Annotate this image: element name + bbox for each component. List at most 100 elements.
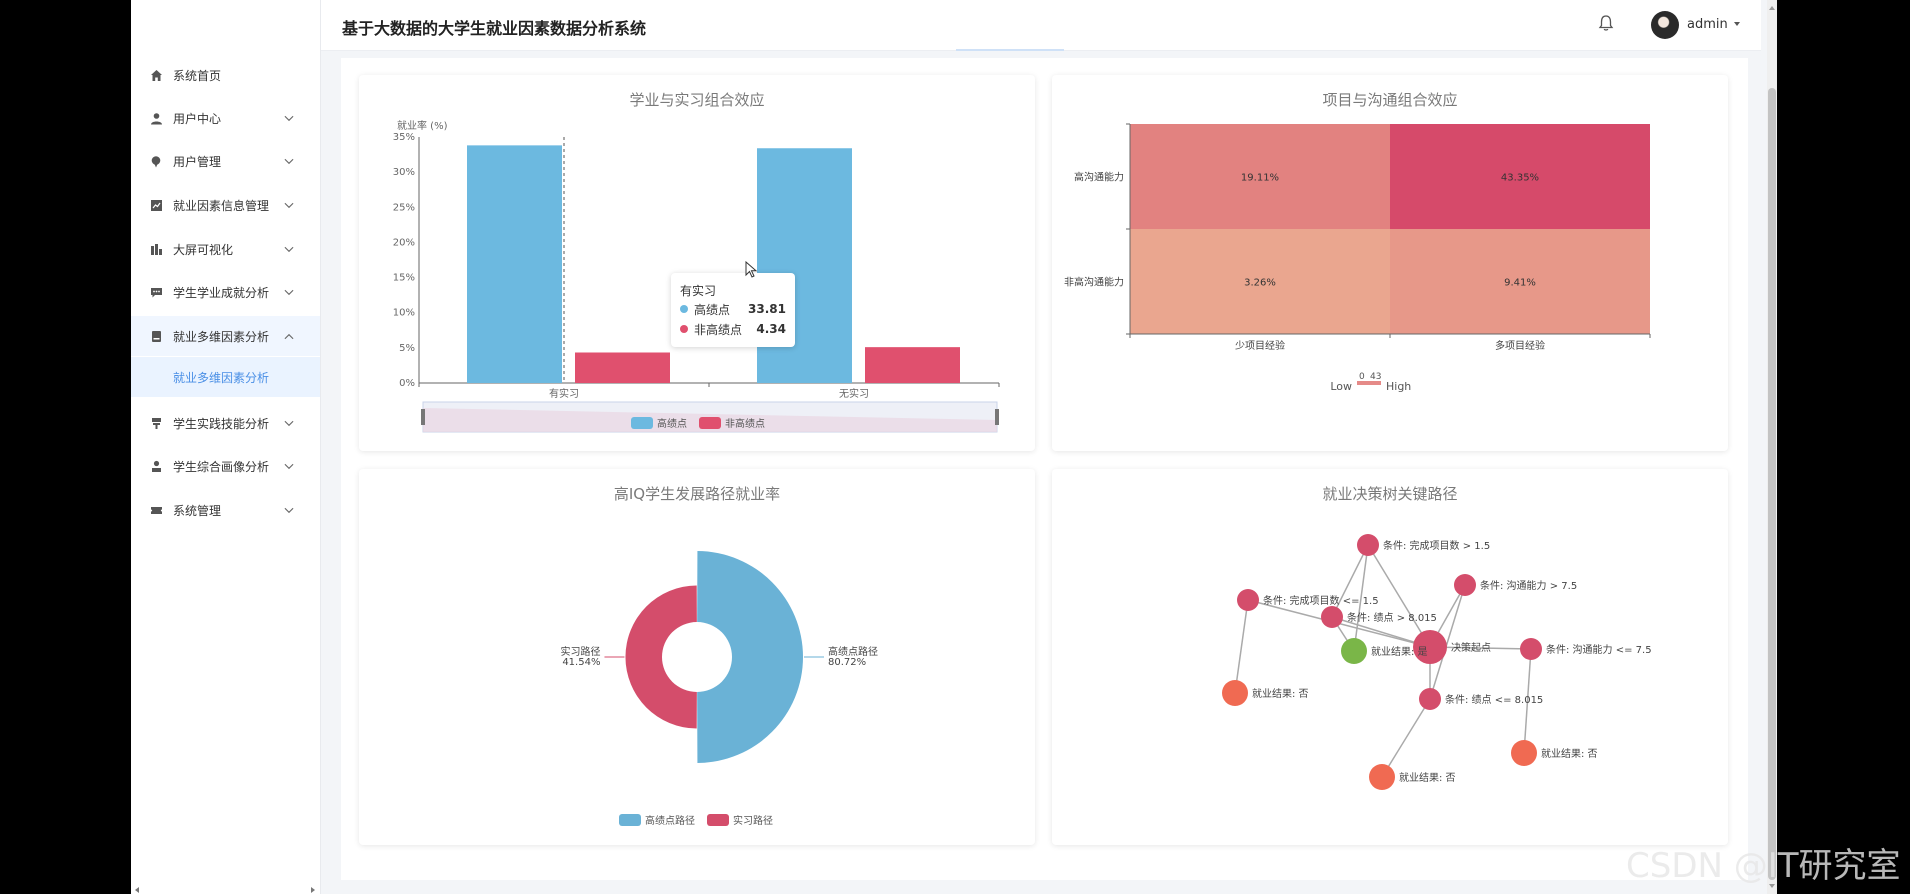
message-icon xyxy=(149,285,163,299)
y-tick-label: 10% xyxy=(393,308,415,319)
sidebar-item-label: 学生综合画像分析 xyxy=(173,459,270,474)
tree-link xyxy=(1234,599,1249,694)
sidebar-item-student-profile[interactable]: 学生综合画像分析 xyxy=(131,446,320,486)
sidebar-item-employment-factor-info[interactable]: 就业因素信息管理 xyxy=(131,185,320,225)
sidebar-item-multidimensional-analysis[interactable]: 就业多维因素分析 xyxy=(131,316,320,356)
bell-icon[interactable] xyxy=(1597,14,1615,32)
tooltip-row-value: 4.34 xyxy=(756,322,786,336)
tooltip-row-name: 非高绩点 xyxy=(694,322,743,337)
app-title: 基于大数据的大学生就业因素数据分析系统 xyxy=(342,19,647,38)
heatmap-chart: 19.11% 43.35% 高沟通能力 3.26% 9.41% 非高沟通能力少项目经验 多项… xyxy=(1064,123,1651,393)
chevron-down-icon xyxy=(284,158,294,165)
user-name[interactable]: admin xyxy=(1687,17,1728,32)
pie-label-value: 41.54% xyxy=(562,657,600,668)
chevron-down-icon xyxy=(284,246,294,253)
tree-node xyxy=(1357,534,1379,556)
tree-link xyxy=(1381,698,1431,778)
tree-node-label: 就业结果: 否 xyxy=(1541,747,1598,760)
pie-chart: 高绩点路径80.72%实习路径41.54%高绩点路径 实习路径 xyxy=(560,551,878,827)
chevron-down-icon xyxy=(284,289,294,296)
chevron-down-icon xyxy=(284,420,294,427)
legend-swatch xyxy=(707,814,729,826)
legend-dot xyxy=(680,325,688,333)
tree-node-label: 条件: 沟通能力 > 7.5 xyxy=(1480,579,1577,592)
bar-高绩点 xyxy=(467,145,562,383)
heatmap-cell-label: 9.41% xyxy=(1504,278,1536,289)
datazoom-handle-left xyxy=(421,409,425,425)
avatar[interactable] xyxy=(1651,11,1679,39)
scroll-left-icon[interactable] xyxy=(133,886,141,894)
bar-非高绩点 xyxy=(865,347,960,383)
home-icon xyxy=(149,68,163,82)
sidebar: 系统首页 用户中心 用户管理 就业因素信息管理 大屏可视化 学生学业成就分析 就… xyxy=(131,0,321,894)
bar-chart: 就业率 (%)0%5%10%15%20%25%30%35%有实习 无实习高绩点 非高… xyxy=(393,119,1000,433)
main-content: 学业与实习组合效应 就业率 (%) 0% 5% 10% 15% 20% 25% 30% 35% 有… xyxy=(341,58,1748,880)
active-tab-indicator xyxy=(956,49,1064,51)
tree-node-label: 条件: 绩点 > 8.015 xyxy=(1347,611,1437,624)
scroll-right-icon[interactable] xyxy=(309,886,317,894)
x-tick-label: 多项目经验 xyxy=(1495,339,1545,352)
y-axis-label: 就业率 (%) xyxy=(397,119,448,132)
sidebar-item-label: 大屏可视化 xyxy=(173,242,234,257)
tree-node xyxy=(1321,606,1343,628)
tree-node-label: 条件: 完成项目数 <= 1.5 xyxy=(1263,594,1379,607)
scrollbar-thumb[interactable] xyxy=(1768,88,1776,880)
sidebar-item-home[interactable]: 系统首页 xyxy=(131,55,320,95)
y-tick-label: 15% xyxy=(393,273,415,284)
tree-node xyxy=(1222,680,1248,706)
caret-down-icon[interactable] xyxy=(1734,22,1740,26)
y-tick-label: 0% xyxy=(399,378,415,389)
legend-label: 非高绩点 xyxy=(725,417,765,430)
chart-icon xyxy=(149,198,163,212)
chevron-down-icon xyxy=(284,202,294,209)
tree-node xyxy=(1419,688,1441,710)
pie-slice xyxy=(697,551,804,763)
sidebar-item-big-screen[interactable]: 大屏可视化 xyxy=(131,229,320,269)
pin-icon xyxy=(149,154,163,168)
bar-tooltip: 有实习 高绩点 33.81 非高绩点 4.34 xyxy=(671,273,795,347)
ticket-icon xyxy=(149,503,163,517)
sidebar-item-practice-skills[interactable]: 学生实践技能分析 xyxy=(131,403,320,443)
chevron-down-icon xyxy=(284,507,294,514)
sidebar-item-system-management[interactable]: 系统管理 xyxy=(131,490,320,530)
watermark: CSDN @IT研究室 xyxy=(1626,846,1901,886)
heatmap-card: 项目与沟通组合效应 19.11% 43.35% 高沟通能力 3.26% 9.41% 非高沟… xyxy=(1052,75,1728,451)
tooltip-row: 高绩点 33.81 xyxy=(680,300,786,318)
legend-label: 高绩点路径 xyxy=(645,814,695,827)
sidebar-item-academic-analysis[interactable]: 学生学业成就分析 xyxy=(131,272,320,312)
visualmap-high-label: High xyxy=(1386,380,1411,393)
chevron-down-icon xyxy=(284,463,294,470)
y-tick-label: 25% xyxy=(393,202,415,213)
sidebar-item-user-center[interactable]: 用户中心 xyxy=(131,98,320,138)
tree-node-label: 决策起点 xyxy=(1451,641,1491,654)
y-tick-label: 5% xyxy=(399,343,415,354)
vertical-scrollbar[interactable] xyxy=(1767,0,1777,894)
scroll-up-icon[interactable] xyxy=(1769,6,1775,10)
x-tick-label: 少项目经验 xyxy=(1235,339,1285,352)
legend-dot xyxy=(680,305,688,313)
pie-chart-card: 高IQ学生发展路径就业率 高绩点路径 80.72% 实习路径 41.54% 高绩点路径实… xyxy=(359,469,1035,845)
app-window: 系统首页 用户中心 用户管理 就业因素信息管理 大屏可视化 学生学业成就分析 就… xyxy=(131,0,1777,894)
x-tick-label: 有实习 xyxy=(549,387,579,400)
heatmap-cell-label: 43.35% xyxy=(1501,173,1539,184)
cursor-icon xyxy=(745,261,758,278)
heatmap-cell-label: 3.26% xyxy=(1244,278,1276,289)
tooltip-row-name: 高绩点 xyxy=(694,302,731,317)
chevron-up-icon xyxy=(284,333,294,340)
sidebar-subitem-multidimensional-analysis[interactable]: 就业多维因素分析 xyxy=(131,357,320,397)
tree-node-label: 条件: 沟通能力 <= 7.5 xyxy=(1546,643,1652,656)
sidebar-item-label: 就业因素信息管理 xyxy=(173,198,270,213)
visualmap-min: 0 xyxy=(1359,372,1365,382)
sidebar-item-label: 系统首页 xyxy=(173,68,222,83)
heatmap-cell-label: 19.11% xyxy=(1241,173,1279,184)
tree-node xyxy=(1237,589,1259,611)
y-tick-label: 20% xyxy=(393,237,415,248)
sidebar-item-user-management[interactable]: 用户管理 xyxy=(131,141,320,181)
tooltip-row: 非高绩点 4.34 xyxy=(680,320,786,338)
sidebar-item-label: 学生学业成就分析 xyxy=(173,285,270,300)
sidebar-subitem-label: 就业多维因素分析 xyxy=(173,370,270,385)
tree-node-label: 条件: 绩点 <= 8.015 xyxy=(1445,693,1543,706)
tree-node-label: 条件: 完成项目数 > 1.5 xyxy=(1383,539,1490,552)
y-tick-label: 30% xyxy=(393,167,415,178)
y-tick-label: 非高沟通能力 xyxy=(1064,276,1124,289)
